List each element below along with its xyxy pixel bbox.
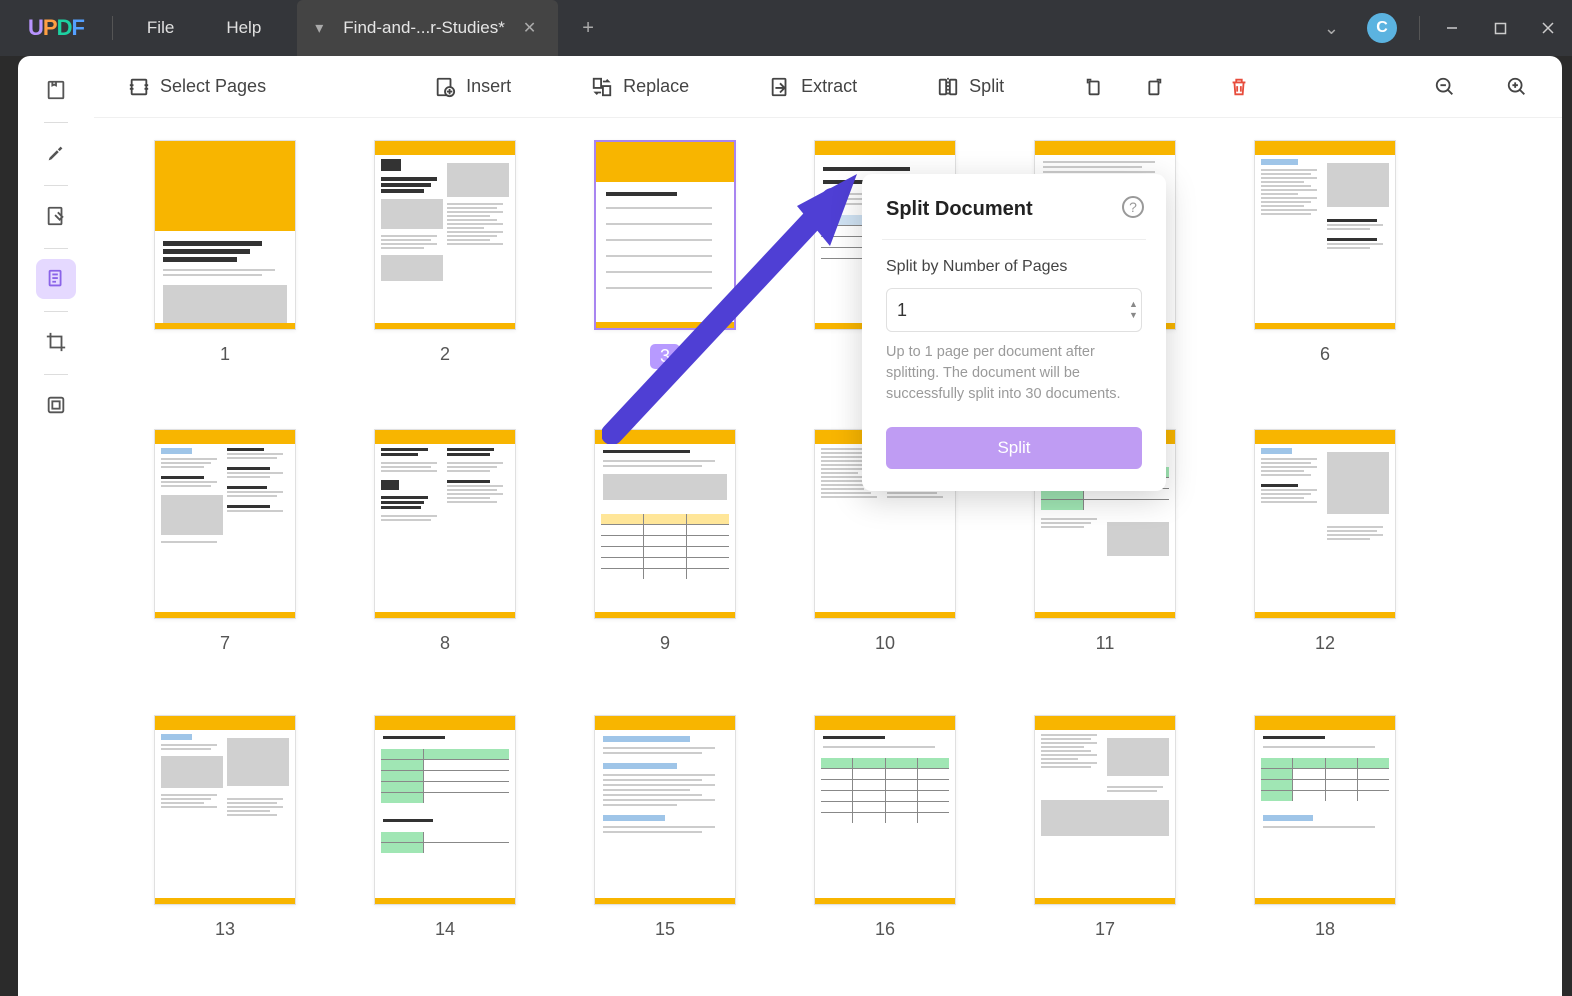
page-thumbnail[interactable]: 2 xyxy=(354,140,536,403)
thumbnails-icon[interactable] xyxy=(36,70,76,110)
page-number: 7 xyxy=(220,633,230,654)
split-by-label: Split by Number of Pages xyxy=(886,258,1142,276)
page-number: 8 xyxy=(440,633,450,654)
page-number: 16 xyxy=(875,919,895,940)
thumbnail-grid: 123456789101112131415161718 xyxy=(94,118,1562,996)
split-hint: Up to 1 page per document after splittin… xyxy=(886,342,1142,405)
select-pages-label: Select Pages xyxy=(160,76,266,97)
menu-help[interactable]: Help xyxy=(200,18,287,38)
page-thumbnail[interactable]: 13 xyxy=(134,715,316,974)
left-sidebar xyxy=(18,56,94,996)
chevron-down-icon[interactable]: ⌄ xyxy=(1310,18,1353,39)
page-number: 1 xyxy=(220,344,230,365)
new-tab-button[interactable]: + xyxy=(558,17,618,40)
zoom-in-button[interactable] xyxy=(1490,68,1544,106)
divider xyxy=(1419,16,1420,40)
page-number: 12 xyxy=(1315,633,1335,654)
split-confirm-button[interactable]: Split xyxy=(886,427,1142,469)
page-number: 13 xyxy=(215,919,235,940)
page-number: 10 xyxy=(875,633,895,654)
page-number: 2 xyxy=(440,344,450,365)
stepper-down-icon[interactable]: ▼ xyxy=(1129,311,1138,320)
split-button[interactable]: Split xyxy=(921,68,1020,106)
menu-file[interactable]: File xyxy=(121,18,200,38)
edit-pdf-icon[interactable] xyxy=(36,196,76,236)
zoom-out-button[interactable] xyxy=(1418,68,1472,106)
page-thumbnail[interactable]: 16 xyxy=(794,715,976,974)
page-thumbnail[interactable]: 9 xyxy=(574,429,756,688)
page-thumbnail[interactable]: 8 xyxy=(354,429,536,688)
tab-dropdown-icon[interactable]: ▾ xyxy=(315,18,333,38)
page-number: 18 xyxy=(1315,919,1335,940)
user-avatar[interactable]: C xyxy=(1367,13,1397,43)
rotate-right-button[interactable] xyxy=(1126,68,1180,106)
page-thumbnail[interactable]: 15 xyxy=(574,715,756,974)
page-number: 17 xyxy=(1095,919,1115,940)
page-number: 9 xyxy=(660,633,670,654)
stepper-up-icon[interactable]: ▲ xyxy=(1129,300,1138,309)
pages-number-input-wrapper: ▲ ▼ xyxy=(886,288,1142,332)
maximize-button[interactable] xyxy=(1476,8,1524,48)
page-number: 14 xyxy=(435,919,455,940)
delete-button[interactable] xyxy=(1212,68,1266,106)
minimize-button[interactable] xyxy=(1428,8,1476,48)
help-icon[interactable]: ? xyxy=(1122,196,1144,218)
insert-label: Insert xyxy=(466,76,511,97)
page-number: 15 xyxy=(655,919,675,940)
tab-title: Find-and-...r-Studies* xyxy=(343,18,505,38)
close-icon[interactable]: ✕ xyxy=(519,14,540,42)
extract-label: Extract xyxy=(801,76,857,97)
page-thumbnail[interactable]: 6 xyxy=(1234,140,1416,403)
insert-button[interactable]: Insert xyxy=(418,68,527,106)
document-tab[interactable]: ▾ Find-and-...r-Studies* ✕ xyxy=(297,0,558,56)
page-number: 11 xyxy=(1096,633,1115,654)
page-number: 6 xyxy=(1320,344,1330,365)
toolbar: Select Pages Insert Replace Extract Spli… xyxy=(94,56,1562,118)
organize-pages-icon[interactable] xyxy=(36,259,76,299)
page-thumbnail[interactable]: 3 xyxy=(574,140,756,403)
page-thumbnail[interactable]: 18 xyxy=(1234,715,1416,974)
replace-label: Replace xyxy=(623,76,689,97)
page-number: 3 xyxy=(650,344,680,369)
page-thumbnail[interactable]: 14 xyxy=(354,715,536,974)
rotate-left-button[interactable] xyxy=(1068,68,1122,106)
split-label: Split xyxy=(969,76,1004,97)
page-thumbnail[interactable]: 12 xyxy=(1234,429,1416,688)
select-pages-button[interactable]: Select Pages xyxy=(112,68,282,106)
replace-button[interactable]: Replace xyxy=(575,68,705,106)
crop-icon[interactable] xyxy=(36,322,76,362)
pages-number-input[interactable] xyxy=(897,300,1129,321)
app-logo: UPDF xyxy=(28,15,84,41)
highlight-icon[interactable] xyxy=(36,133,76,173)
extract-button[interactable]: Extract xyxy=(753,68,873,106)
split-popup: Split Document ? Split by Number of Page… xyxy=(862,174,1166,491)
page-thumbnail[interactable]: 7 xyxy=(134,429,316,688)
page-thumbnail[interactable]: 1 xyxy=(134,140,316,403)
watermark-icon[interactable] xyxy=(36,385,76,425)
close-button[interactable] xyxy=(1524,8,1572,48)
divider xyxy=(112,16,113,40)
popup-title: Split Document xyxy=(886,198,1142,221)
page-thumbnail[interactable]: 17 xyxy=(1014,715,1196,974)
